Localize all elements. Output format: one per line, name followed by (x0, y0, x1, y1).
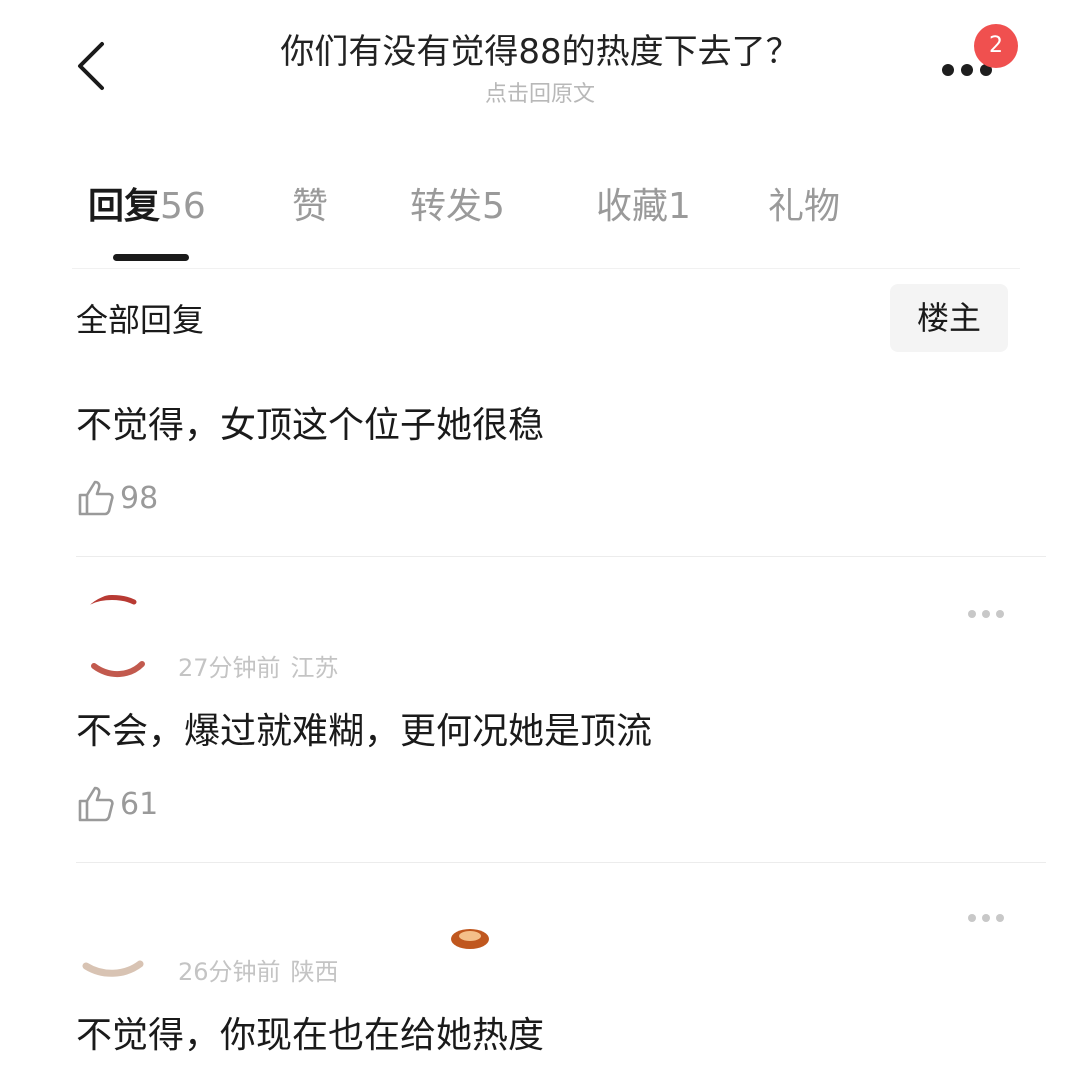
more-icon (966, 606, 1006, 618)
avatar[interactable] (76, 906, 160, 990)
op-filter-button[interactable]: 楼主 (890, 284, 1008, 352)
tab-reposts[interactable]: 转发5 (410, 184, 505, 230)
view-original-link[interactable]: 点击回原文 (0, 76, 1080, 108)
comment-time: 27分钟前 (178, 654, 281, 682)
divider (76, 862, 1046, 863)
thumbs-up-icon (78, 786, 114, 822)
comment-location: 陕西 (290, 958, 339, 986)
comment-location: 江苏 (290, 654, 339, 682)
comment-text: 不会，爆过就难糊，更何况她是顶流 (76, 711, 653, 752)
comment-meta: 26分钟前 陕西 (178, 952, 339, 987)
tab-count: 56 (160, 186, 206, 227)
like-button[interactable]: 98 (76, 478, 158, 518)
tab-likes[interactable]: 赞 (292, 184, 328, 230)
comment-more-button[interactable] (966, 606, 1006, 626)
tab-label: 赞 (292, 186, 329, 227)
tab-label: 回复 (88, 186, 161, 227)
more-button[interactable]: 2 (932, 24, 1018, 90)
divider (76, 556, 1046, 557)
user-badge (448, 924, 492, 950)
tab-label: 转发 (410, 186, 483, 227)
comment-time: 26分钟前 (178, 958, 281, 986)
notification-badge: 2 (974, 24, 1018, 68)
tab-replies[interactable]: 回复56 (88, 184, 206, 230)
comment-meta: 27分钟前 江苏 (178, 648, 339, 683)
tabs-divider (72, 268, 1020, 269)
tab-label: 礼物 (768, 186, 841, 227)
more-icon (966, 910, 1006, 922)
section-title: 全部回复 (76, 301, 205, 339)
like-button[interactable]: 61 (76, 784, 158, 824)
comment-text: 不觉得，你现在也在给她热度 (76, 1015, 545, 1056)
tab-label: 收藏 (596, 186, 669, 227)
like-count: 61 (120, 786, 159, 822)
page-title: 你们有没有觉得88的热度下去了？ (280, 32, 800, 72)
thumbs-up-icon (78, 480, 114, 516)
comment-more-button[interactable] (966, 910, 1006, 930)
tab-gifts[interactable]: 礼物 (768, 184, 840, 230)
active-tab-indicator (113, 254, 189, 261)
comment-text: 不觉得，女顶这个位子她很稳 (76, 405, 545, 446)
tab-count: 5 (482, 186, 505, 227)
like-count: 98 (120, 480, 159, 516)
avatar[interactable] (76, 594, 160, 678)
tab-count: 1 (668, 186, 691, 227)
tab-favorites[interactable]: 收藏1 (596, 184, 691, 230)
more-icon (942, 64, 992, 76)
